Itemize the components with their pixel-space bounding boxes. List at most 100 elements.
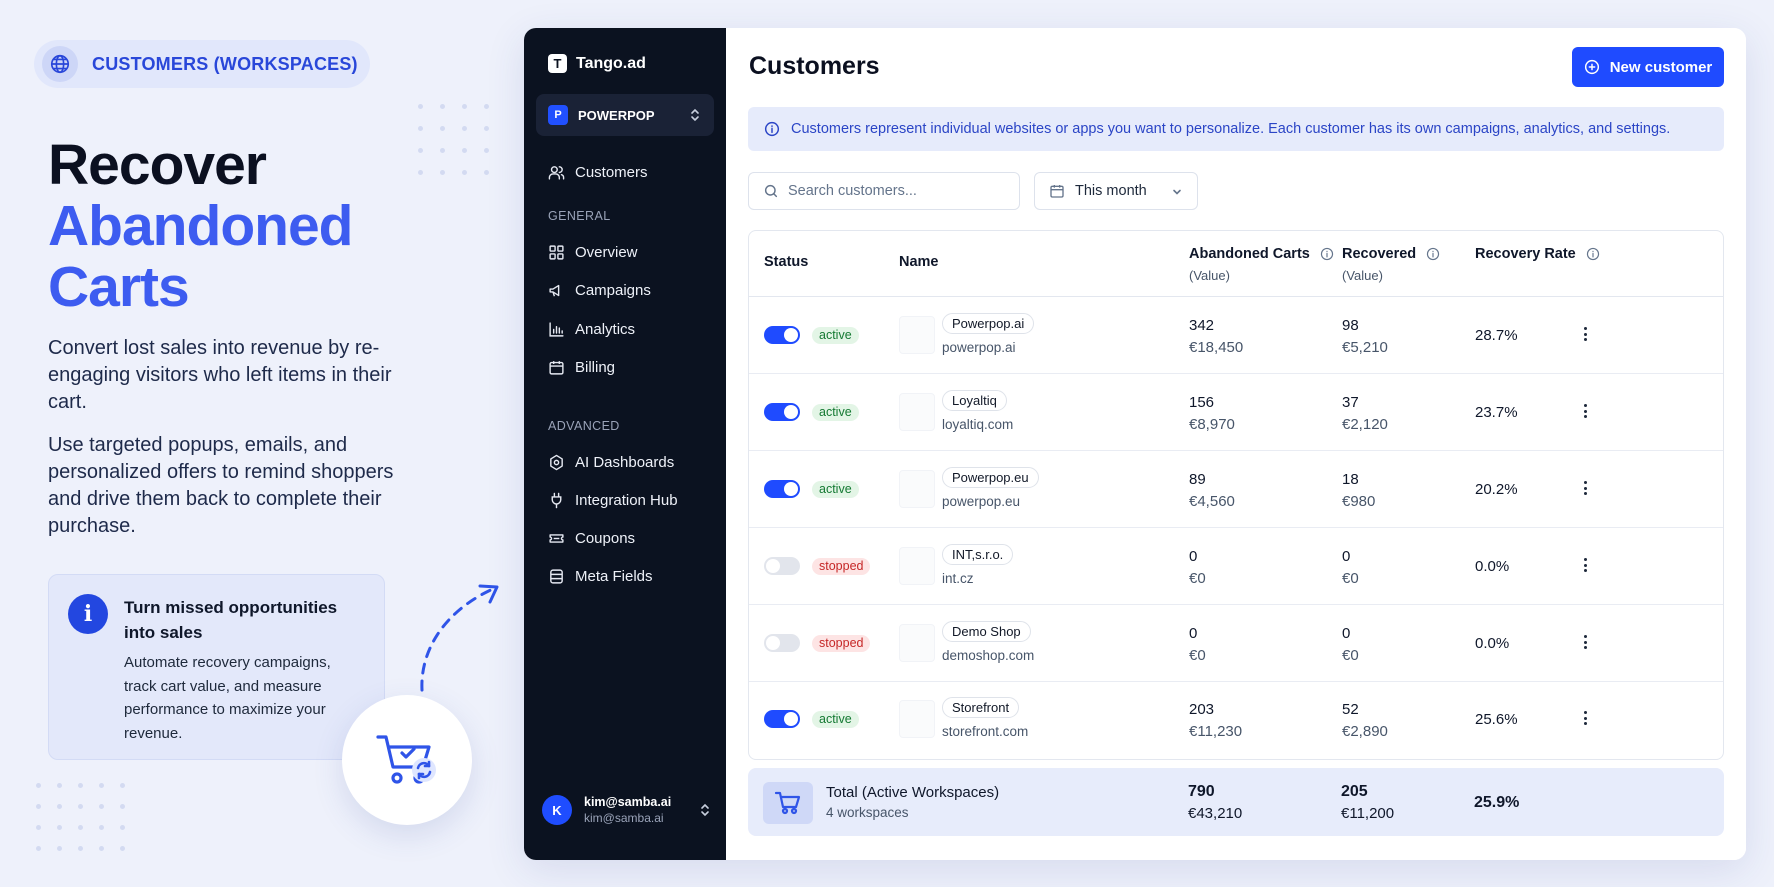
header-recovered-sub: (Value) [1342, 268, 1383, 283]
customer-domain: storefront.com [942, 724, 1029, 739]
ai-icon [550, 454, 563, 470]
cart-icon [763, 782, 813, 824]
workspace-switcher[interactable]: P POWERPOP [536, 94, 714, 136]
toggle-knob [784, 405, 798, 419]
customer-name[interactable]: Loyaltiq [942, 390, 1007, 411]
status-badge: stopped [812, 635, 871, 652]
info-circle-icon[interactable] [1586, 247, 1600, 261]
table-row[interactable]: stopped Demo Shop demoshop.com 0 €0 0 €0 0.0% [749, 605, 1723, 682]
total-abandoned-value: €43,210 [1188, 805, 1243, 822]
table-row[interactable]: stopped INT,s.r.o. int.cz 0 €0 0 €0 0.0% [749, 528, 1723, 605]
customer-name[interactable]: Storefront [942, 697, 1020, 718]
search-box[interactable] [748, 172, 1020, 210]
customer-name[interactable]: Powerpop.eu [942, 467, 1039, 488]
customer-name[interactable]: Demo Shop [942, 621, 1031, 642]
info-circle-icon[interactable] [1320, 247, 1334, 261]
chevron-updown-icon [701, 803, 709, 817]
nav-section-advanced: ADVANCED [548, 419, 620, 433]
badge-label: CUSTOMERS (WORKSPACES) [92, 53, 358, 74]
database-icon [550, 568, 563, 584]
ticket-icon [549, 533, 564, 543]
abandoned-count: 0 [1189, 625, 1198, 642]
customer-domain: powerpop.eu [942, 494, 1021, 509]
customers-table: Status Name Abandoned Carts (Value) Reco… [748, 230, 1724, 760]
customer-name[interactable]: INT,s.r.o. [942, 544, 1014, 565]
toggle-knob [784, 328, 798, 342]
toggle-knob [766, 636, 780, 650]
abandoned-count: 89 [1189, 471, 1206, 488]
hero-paragraph-1: Convert lost sales into revenue by re-en… [48, 337, 392, 413]
table-row[interactable]: active Powerpop.eu powerpop.eu 89 €4,560 18 €9… [749, 451, 1723, 528]
cart-refresh-icon [342, 695, 472, 825]
megaphone-icon [549, 284, 560, 296]
page-title: Customers [749, 52, 880, 80]
abandoned-value: €11,230 [1189, 723, 1243, 740]
sidebar-item-ai-dashboards[interactable]: AI Dashboards [548, 450, 674, 474]
toggle-knob [784, 712, 798, 726]
status-toggle[interactable] [764, 710, 800, 728]
table-row[interactable]: active Loyaltiq loyaltiq.com 156 €8,970 37 €2,… [749, 374, 1723, 451]
header-rate: Recovery Rate [1475, 246, 1600, 262]
sidebar-item-customers[interactable]: Customers [548, 160, 648, 184]
total-recovered: 205 [1341, 783, 1368, 800]
new-customer-button[interactable]: New customer [1572, 47, 1724, 87]
search-input[interactable] [788, 183, 1008, 199]
status-badge: stopped [812, 558, 871, 575]
customer-domain: demoshop.com [942, 648, 1035, 663]
brand[interactable]: T Tango.ad [548, 54, 646, 73]
status-toggle[interactable] [764, 480, 800, 498]
bar-chart-icon [549, 321, 564, 337]
customer-domain: loyaltiq.com [942, 417, 1014, 432]
sidebar-item-campaigns[interactable]: Campaigns [548, 278, 651, 302]
row-actions-menu-icon[interactable] [1581, 401, 1589, 421]
row-actions-menu-icon[interactable] [1581, 478, 1589, 498]
customer-logo [899, 316, 935, 354]
date-range-select[interactable]: This month [1034, 172, 1198, 210]
total-title: Total (Active Workspaces) [826, 784, 1000, 801]
row-actions-menu-icon[interactable] [1581, 632, 1589, 652]
user-email: kim@samba.ai [584, 811, 664, 825]
table-row[interactable]: active Storefront storefront.com 203 €11,230… [749, 681, 1723, 758]
sidebar-item-meta-fields[interactable]: Meta Fields [548, 564, 653, 588]
sidebar-item-billing[interactable]: Billing [548, 355, 615, 379]
header-rate-label: Recovery Rate [1475, 246, 1576, 262]
header-status: Status [764, 254, 809, 270]
headline-line-2: Abandoned [48, 194, 353, 258]
status-toggle[interactable] [764, 634, 800, 652]
table-row[interactable]: active Powerpop.ai powerpop.ai 342 €18,450 98… [749, 297, 1723, 374]
sidebar-item-integration-hub[interactable]: Integration Hub [548, 488, 678, 512]
new-customer-label: New customer [1609, 58, 1713, 76]
info-circle-icon [764, 121, 780, 137]
info-circle-icon[interactable] [1426, 247, 1440, 261]
decorative-arrow [420, 584, 499, 692]
main-content: Customers New customer Customers represe… [726, 28, 1746, 860]
status-toggle[interactable] [764, 557, 800, 575]
recovered-value: €5,210 [1342, 339, 1388, 356]
customer-logo [899, 700, 935, 738]
status-toggle[interactable] [764, 403, 800, 421]
info-icon: i [68, 594, 108, 634]
abandoned-value: €18,450 [1189, 339, 1244, 356]
sidebar-item-overview[interactable]: Overview [548, 240, 638, 264]
toggle-knob [784, 482, 798, 496]
recovered-value: €0 [1342, 647, 1359, 664]
chevron-updown-icon [691, 108, 699, 122]
row-actions-menu-icon[interactable] [1581, 555, 1589, 575]
sidebar: T Tango.ad P POWERPOP Customers GENERAL … [524, 28, 726, 860]
brand-name: Tango.ad [576, 54, 646, 72]
recovered-count: 0 [1342, 548, 1351, 565]
user-menu[interactable]: K kim@samba.ai kim@samba.ai [542, 790, 712, 830]
status-toggle[interactable] [764, 326, 800, 344]
headline-line-3: Carts [48, 255, 190, 319]
row-actions-menu-icon[interactable] [1581, 708, 1589, 728]
recovery-rate: 0.0% [1475, 635, 1510, 652]
sidebar-item-coupons[interactable]: Coupons [548, 526, 635, 550]
customer-name[interactable]: Powerpop.ai [942, 313, 1035, 334]
row-actions-menu-icon[interactable] [1581, 324, 1589, 344]
sidebar-item-analytics[interactable]: Analytics [548, 317, 635, 341]
sidebar-item-label: Coupons [575, 529, 636, 547]
recovery-rate: 20.2% [1475, 481, 1518, 498]
recovered-count: 0 [1342, 625, 1351, 642]
workspace-avatar: P [548, 105, 568, 125]
recovered-value: €2,890 [1342, 723, 1388, 740]
